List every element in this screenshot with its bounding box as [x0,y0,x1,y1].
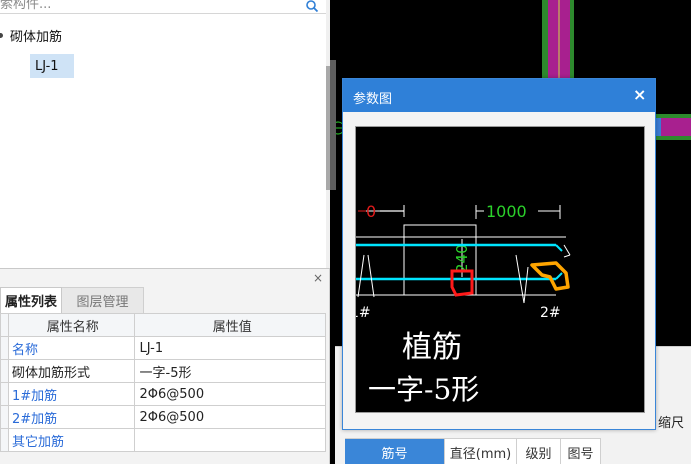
property-name: 1#加筋 [7,382,135,406]
table-header-row: 属性名称 属性值 [0,313,327,337]
parameter-diagram-dialog: 参数图 × 0 1000 240 # 2# 植筋 一字-5形 [342,78,656,430]
property-value[interactable]: 2Φ6@500 [133,382,327,406]
tree-node-label: 砌体加筋 [10,29,63,45]
property-value[interactable] [133,428,327,452]
search-row [0,0,326,14]
table-row[interactable]: 其它加筋 [0,428,327,452]
search-icon[interactable] [305,0,319,13]
properties-panel: × 属性列表 图层管理 属性名称 属性值 名称 LJ-1 砌体加筋形式 一字-5… [0,268,330,464]
leader-line [357,254,365,298]
wall-line [542,0,548,80]
table-row[interactable]: 1#加筋 2Φ6@500 [0,382,327,406]
tab-property-list[interactable]: 属性列表 [0,287,62,313]
property-value[interactable]: 一字-5形 [133,359,327,383]
dimension-vertical-label: 240 [453,244,471,273]
wall-line [570,0,574,80]
row-header-cell [0,405,9,429]
rebar-label-1: 1# [356,305,371,321]
row-header-cell [0,313,9,337]
row-header-cell [0,382,9,406]
leader-line [563,254,571,258]
diagram-title: 植筋 [402,330,462,365]
tree-node-lj-1[interactable]: LJ-1 [30,54,74,78]
rebar-label-2: 2# [540,305,561,321]
property-table: 属性名称 属性值 名称 LJ-1 砌体加筋形式 一字-5形 1#加筋 2Φ6@5… [0,313,327,452]
table-row[interactable]: 2#加筋 2Φ6@500 [0,405,327,429]
highlight-mark-orange [530,261,570,291]
dimension-right-label: 1000 [486,202,527,221]
rebar-hook [555,244,563,252]
close-icon[interactable]: × [313,271,323,285]
property-name: 2#加筋 [7,405,135,429]
leader-line [563,244,571,256]
dimension-left-label: 0 [366,202,376,221]
property-name: 砌体加筋形式 [7,359,135,383]
tree-node-masonry-rebar[interactable]: 砌体加筋 [0,26,63,45]
row-header-cell [0,336,9,360]
column-header-diameter[interactable]: 直径(mm) [445,439,517,464]
leader-line [523,266,529,304]
column-header-bar-no[interactable]: 筋号 [345,439,445,464]
property-name: 名称 [7,336,135,360]
column-header-grade[interactable]: 级别 [517,439,561,464]
table-row[interactable]: 砌体加筋形式 一字-5形 [0,359,327,383]
search-input[interactable] [0,0,300,13]
column-header-name: 属性名称 [7,313,135,337]
scale-label[interactable]: 缩尺 [658,412,684,431]
rebar-hook [555,272,563,280]
component-tree-panel: 砌体加筋 LJ-1 [0,0,330,268]
wall-line [655,114,691,118]
property-value[interactable]: 2Φ6@500 [133,405,327,429]
dialog-title: 参数图 [353,92,393,107]
diagram-canvas: 0 1000 240 # 2# 植筋 一字-5形 [350,126,645,413]
close-icon[interactable]: × [633,85,646,104]
tree-node-label: LJ-1 [35,58,59,74]
rebar-diagram: 0 1000 240 # 2# 植筋 一字-5形 [350,202,571,406]
property-value[interactable]: LJ-1 [133,336,327,360]
table-row[interactable]: 名称 LJ-1 [0,336,327,360]
column-header-figure-no[interactable]: 图号 [561,439,601,464]
dialog-titlebar[interactable]: 参数图 × [343,79,655,112]
row-header-cell [0,359,9,383]
leader-line [367,254,375,298]
tab-layer-management[interactable]: 图层管理 [62,287,144,313]
diagram-subtitle: 一字-5形 [368,373,479,406]
property-name: 其它加筋 [7,428,135,452]
column-header-value: 属性值 [133,313,327,337]
tree-expand-icon[interactable] [0,32,3,38]
canvas-splitter[interactable] [330,60,336,190]
rebar-table-header: 筋号 直径(mm) 级别 图号 [345,438,601,464]
row-header-cell [0,428,9,452]
wall-line [655,136,691,140]
